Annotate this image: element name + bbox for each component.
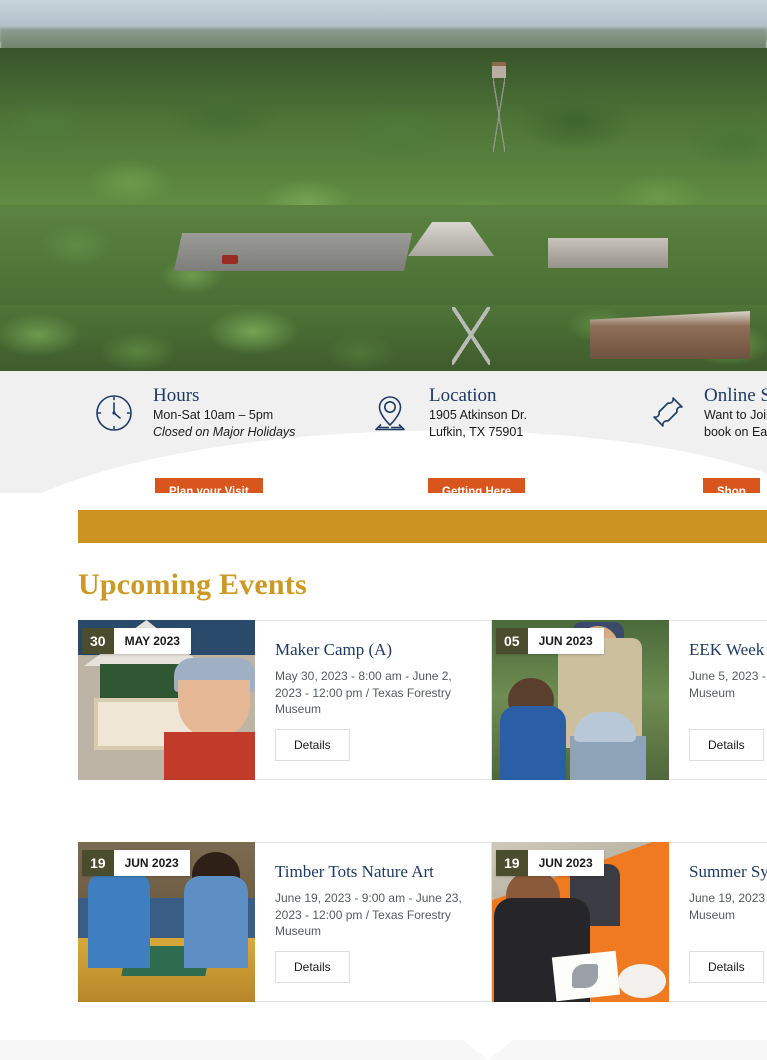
events-row-1: 30 MAY 2023 Maker Camp (A) May 30, 2023 … [78,620,767,816]
footer-notch-shape [463,1040,513,1060]
event-date-badge: 19 JUN 2023 [82,850,190,876]
info-title-location: Location [429,385,497,406]
gold-banner[interactable] [78,510,767,543]
info-line-hours-2: Closed on Major Holidays [153,425,296,439]
info-line-online-1: Want to Join [704,408,767,422]
hero-building-roof-b [548,238,668,268]
event-card[interactable]: 05 JUN 2023 EEK Week June 5, 2023 - 8 20… [492,620,767,816]
page-title: Upcoming Events [78,568,307,601]
lookout-tower-icon [452,307,490,365]
info-column-location: Location 1905 Atkinson Dr. Lufkin, TX 75… [368,385,527,493]
info-title-online-shop: Online S [704,385,767,406]
shop-button[interactable]: Shop [703,478,760,493]
footer-section [0,1040,767,1060]
hero-road [173,233,413,271]
event-date-month-year: JUN 2023 [527,628,604,654]
event-date-day: 19 [82,850,114,876]
event-date-badge: 19 JUN 2023 [496,850,604,876]
info-line-location-2: Lufkin, TX 75901 [429,425,524,439]
event-date-badge: 30 MAY 2023 [82,628,191,654]
event-date-badge: 05 JUN 2023 [496,628,604,654]
event-photo: 30 MAY 2023 [78,620,255,780]
events-grid: 30 MAY 2023 Maker Camp (A) May 30, 2023 … [78,620,767,1060]
event-meta: June 5, 2023 - 8 2023 - 5:00 pm / Museum [689,669,767,700]
event-date-month-year: JUN 2023 [527,850,604,876]
clock-icon [92,391,136,435]
hero-red-car [222,255,238,264]
event-photo: 05 JUN 2023 [492,620,669,780]
event-meta: June 19, 2023 - 9:00 am - June 23, 2023 … [275,891,462,938]
event-card[interactable]: 30 MAY 2023 Maker Camp (A) May 30, 2023 … [78,620,492,816]
event-date-day: 19 [496,850,528,876]
event-date-month-year: MAY 2023 [113,628,191,654]
info-column-hours: Hours Mon-Sat 10am – 5pm Closed on Major… [92,385,296,493]
event-photo: 19 JUN 2023 [78,842,255,1002]
info-line-online-2: book on Eas [704,425,767,439]
event-photo: 19 JUN 2023 [492,842,669,1002]
event-title: Summer Sy Art [689,862,767,881]
events-row-2: 19 JUN 2023 Timber Tots Nature Art June … [78,842,767,1038]
event-details-button[interactable]: Details [689,729,764,761]
event-date-month-year: JUN 2023 [113,850,190,876]
event-card-body: EEK Week June 5, 2023 - 8 2023 - 5:00 pm… [669,620,767,780]
event-meta: May 30, 2023 - 8:00 am - June 2, 2023 - … [275,669,452,716]
event-meta: June 19, 2023 - 2023 - 5:00 pm / Museum [689,891,767,922]
event-title: EEK Week [689,640,765,659]
event-date-day: 05 [496,628,528,654]
event-details-button[interactable]: Details [275,951,350,983]
ticket-icon [643,391,687,435]
info-band: Hours Mon-Sat 10am – 5pm Closed on Major… [0,371,767,493]
map-pin-icon [368,391,412,435]
info-line-hours-1: Mon-Sat 10am – 5pm [153,408,274,422]
info-column-online-shop: Online S Want to Join book on Eas Shop [643,385,767,493]
hero-secondary-band [0,305,767,371]
hero-image [0,0,767,305]
info-title-hours: Hours [153,385,200,406]
event-card-body: Timber Tots Nature Art June 19, 2023 - 9… [255,842,492,1002]
getting-here-button[interactable]: Getting Here [428,478,526,493]
page-root: Hours Mon-Sat 10am – 5pm Closed on Major… [0,0,767,1060]
event-title: Timber Tots Nature Art [275,862,434,881]
event-card-body: Summer Sy Art June 19, 2023 - 2023 - 5:0… [669,842,767,1002]
event-details-button[interactable]: Details [689,951,764,983]
event-card[interactable]: 19 JUN 2023 Timber Tots Nature Art June … [78,842,492,1038]
event-date-day: 30 [82,628,114,654]
event-title: Maker Camp (A) [275,640,393,659]
event-card[interactable]: 19 JUN 2023 Summer Sy Art June 19, 2023 … [492,842,767,1038]
event-details-button[interactable]: Details [275,729,350,761]
event-card-body: Maker Camp (A) May 30, 2023 - 8:00 am - … [255,620,492,780]
plan-your-visit-button[interactable]: Plan your Visit [155,478,263,493]
info-line-location-1: 1905 Atkinson Dr. [429,408,527,422]
fire-lookout-tower-icon [490,62,508,152]
